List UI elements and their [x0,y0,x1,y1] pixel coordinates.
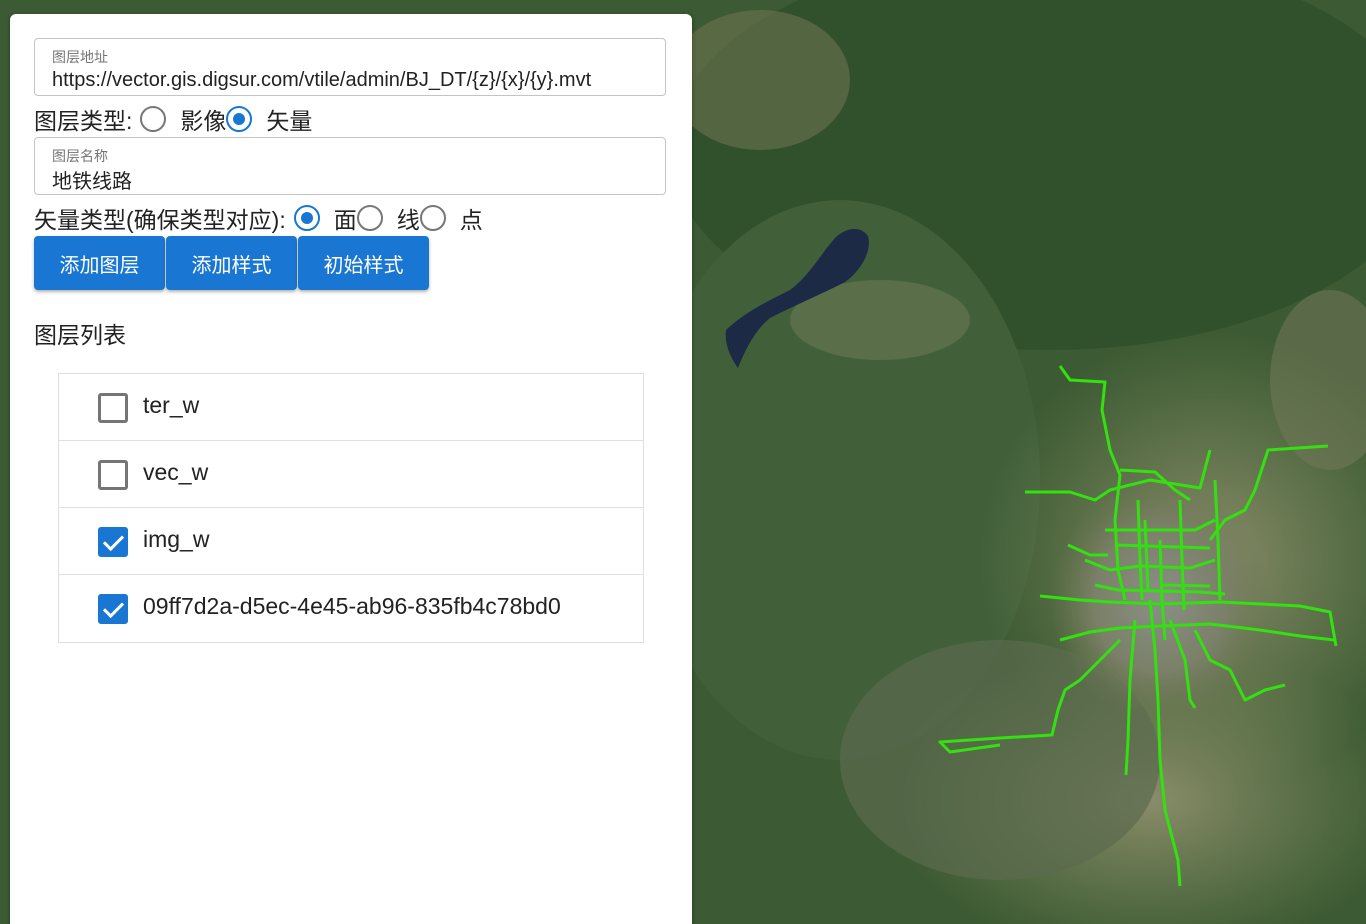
radio-polygon[interactable] [293,205,320,231]
layer-url-input[interactable] [52,67,652,93]
layer-row-ter-w[interactable]: ter_w [59,374,643,441]
layer-name-label: 图层名称 [52,148,108,164]
radio-point[interactable] [419,205,446,231]
add-layer-button[interactable]: 添加图层 [34,236,165,290]
layer-name-field: 图层名称 [34,137,666,195]
layer-name-img-w: img_w [143,526,210,552]
radio-imagery[interactable] [140,106,167,132]
layer-checkbox-metro[interactable] [98,594,128,624]
radio-line-label: 线 [396,207,420,233]
layer-type-row: 图层类型: 影像 矢量 [34,102,312,136]
radio-polygon-label: 面 [333,207,357,233]
vector-type-label: 矢量类型(确保类型对应): [34,207,286,233]
add-style-button[interactable]: 添加样式 [166,236,297,290]
layer-row-vec-w[interactable]: vec_w [59,441,643,508]
layer-list: ter_w vec_w img_w 09ff7d2a-d5ec-4e45-ab9… [58,373,644,643]
radio-vector[interactable] [226,106,253,132]
layer-url-field: 图层地址 [34,38,666,96]
layer-checkbox-img-w[interactable] [98,527,128,557]
radio-vector-label: 矢量 [266,108,313,134]
layer-url-label: 图层地址 [52,49,108,65]
layer-name-vec-w: vec_w [143,459,209,485]
layer-list-title: 图层列表 [34,322,126,348]
layer-name-ter-w: ter_w [143,392,200,418]
layer-checkbox-ter-w[interactable] [98,393,128,423]
layer-panel: 图层地址 图层类型: 影像 矢量 图层名称 矢量类型(确保类型对应): 面 线 … [10,14,692,924]
radio-line[interactable] [356,205,383,231]
vector-type-row: 矢量类型(确保类型对应): 面 线 点 [34,201,483,235]
layer-row-img-w[interactable]: img_w [59,508,643,575]
layer-name-input[interactable] [52,166,652,192]
layer-row-metro[interactable]: 09ff7d2a-d5ec-4e45-ab96-835fb4c78bd0 [59,575,643,642]
layer-checkbox-vec-w[interactable] [98,460,128,490]
radio-imagery-label: 影像 [180,108,227,134]
layer-type-label: 图层类型: [34,108,133,134]
init-style-button[interactable]: 初始样式 [298,236,429,290]
layer-name-metro: 09ff7d2a-d5ec-4e45-ab96-835fb4c78bd0 [143,593,561,619]
radio-point-label: 点 [459,207,483,233]
